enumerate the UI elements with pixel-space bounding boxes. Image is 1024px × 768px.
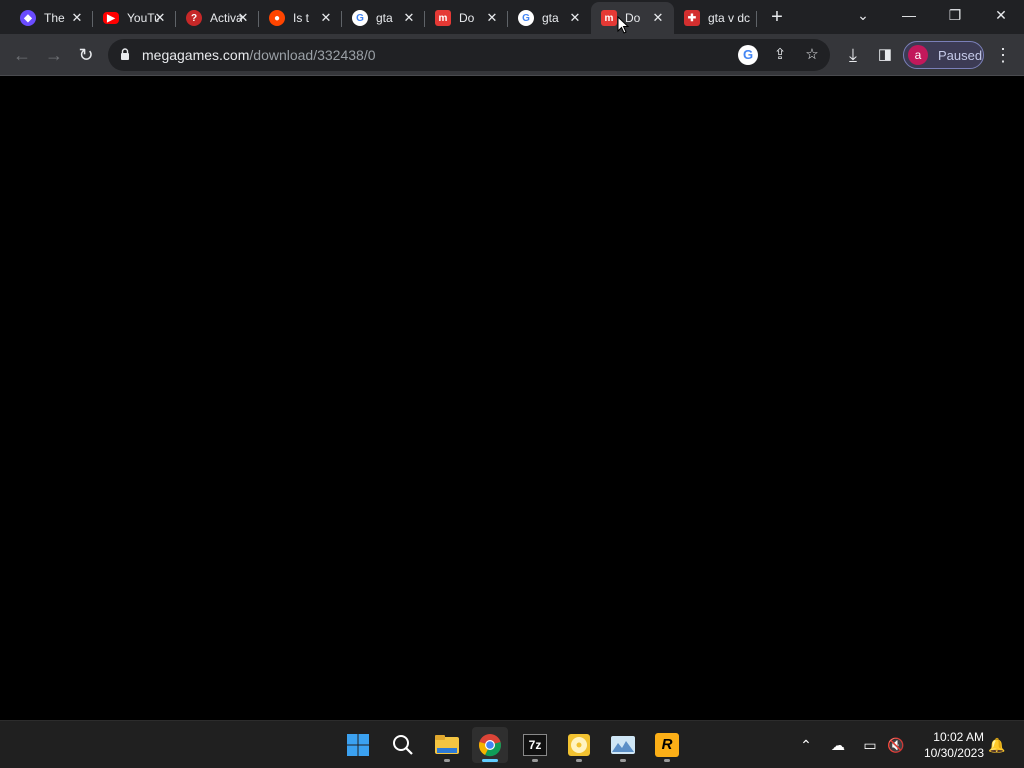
taskbar-search-button[interactable]: [385, 727, 421, 763]
onedrive-icon[interactable]: ☁: [826, 733, 850, 757]
running-indicator: [576, 759, 582, 762]
page-content: [0, 77, 1024, 720]
running-indicator: [664, 759, 670, 762]
volume-muted-icon[interactable]: 🔇: [884, 733, 908, 757]
chrome-icon: [479, 734, 501, 757]
close-icon[interactable]: ✕: [401, 10, 417, 26]
close-icon[interactable]: ✕: [650, 10, 666, 26]
tab-9[interactable]: ✚ gta v dc: [674, 2, 757, 34]
running-indicator: [620, 759, 626, 762]
close-window-button[interactable]: ✕: [978, 0, 1024, 32]
share-icon[interactable]: ⇪: [770, 45, 790, 65]
help-circle-icon: ?: [186, 10, 202, 26]
taskbar-chrome[interactable]: [472, 727, 508, 763]
gamepad-icon: ✚: [684, 10, 700, 26]
youtube-icon: ▶: [103, 12, 119, 24]
url-host: megagames.com: [142, 47, 250, 63]
running-indicator: [444, 759, 450, 762]
menu-kebab-icon[interactable]: ⋮: [988, 40, 1018, 70]
restore-button[interactable]: ❐: [932, 0, 978, 32]
new-tab-button[interactable]: +: [766, 6, 788, 28]
tab-8-active[interactable]: m Do ✕: [591, 2, 674, 34]
tab-5[interactable]: G gta ✕: [342, 2, 425, 34]
bookmark-star-icon[interactable]: ☆: [802, 45, 822, 65]
close-icon[interactable]: ✕: [69, 10, 85, 26]
avatar: a: [908, 45, 928, 65]
browser-toolbar: ← → ↻ megagames.com/download/332438/0 G …: [0, 34, 1024, 76]
taskbar: 7z R ⌃ ☁ ▭ 🔇 10:02 AM 10/30/2023 🔔: [0, 720, 1024, 768]
close-icon[interactable]: ✕: [484, 10, 500, 26]
system-clock[interactable]: 10:02 AM 10/30/2023: [912, 729, 984, 761]
profile-button[interactable]: a Paused: [903, 41, 984, 69]
search-icon: [393, 735, 413, 755]
start-icon: [347, 734, 369, 756]
tab-6[interactable]: m Do ✕: [425, 2, 508, 34]
purple-app-icon: ◆: [20, 10, 36, 26]
tab-title: gta v dc: [708, 11, 751, 25]
taskbar-photo-app[interactable]: [605, 727, 641, 763]
taskbar-rockstar[interactable]: R: [649, 727, 685, 763]
photo-app-icon: [611, 736, 635, 754]
network-icon[interactable]: ▭: [858, 733, 882, 757]
tab-separator: [756, 11, 757, 27]
tray-chevron-up-icon[interactable]: ⌃: [794, 733, 818, 757]
tab-2[interactable]: ▶ YouTube ✕: [93, 2, 176, 34]
minimize-button[interactable]: —: [886, 0, 932, 32]
reddit-icon: ●: [269, 10, 285, 26]
clock-date: 10/30/2023: [923, 746, 984, 760]
lock-icon[interactable]: [120, 48, 130, 60]
downloads-icon[interactable]: ⤓: [838, 40, 868, 70]
mouse-cursor-icon: [617, 16, 629, 34]
google-lens-icon[interactable]: G: [738, 45, 758, 65]
google-icon: G: [518, 10, 534, 26]
profile-status: Paused: [938, 47, 983, 63]
url-path: /download/332438/0: [249, 47, 376, 63]
file-explorer-icon: [435, 735, 459, 754]
close-icon[interactable]: ✕: [567, 10, 583, 26]
address-bar[interactable]: megagames.com/download/332438/0 G ⇪ ☆: [108, 39, 830, 71]
url-text[interactable]: megagames.com/download/332438/0: [142, 47, 376, 63]
taskbar-7zip[interactable]: 7z: [517, 727, 553, 763]
reload-button[interactable]: ↻: [71, 40, 101, 70]
back-button[interactable]: ←: [7, 40, 37, 70]
megagames-icon: m: [601, 10, 617, 26]
tab-7[interactable]: G gta ✕: [508, 2, 591, 34]
tab-1[interactable]: ◆ The ✕: [10, 2, 93, 34]
running-indicator: [532, 759, 538, 762]
google-icon: G: [352, 10, 368, 26]
start-button[interactable]: [340, 727, 376, 763]
close-icon[interactable]: ✕: [235, 10, 251, 26]
taskbar-disc-app[interactable]: [561, 727, 597, 763]
7zip-icon: 7z: [523, 734, 547, 756]
tab-4[interactable]: ● Is t ✕: [259, 2, 342, 34]
disc-app-icon: [568, 734, 590, 756]
rockstar-icon: R: [655, 733, 679, 757]
notification-bell-icon[interactable]: 🔔: [985, 733, 1009, 757]
clock-time: 10:02 AM: [933, 730, 984, 744]
taskbar-file-explorer[interactable]: [429, 727, 465, 763]
side-panel-icon[interactable]: ◨: [870, 40, 900, 70]
tab-strip: ◆ The ✕ ▶ YouTube ✕ ? Activation ✕ ● Is …: [0, 0, 1024, 34]
tab-search-chevron-icon[interactable]: ⌄: [840, 0, 886, 32]
close-icon[interactable]: ✕: [152, 10, 168, 26]
active-indicator: [482, 759, 498, 762]
tab-3[interactable]: ? Activation ✕: [176, 2, 259, 34]
forward-button[interactable]: →: [39, 40, 69, 70]
close-icon[interactable]: ✕: [318, 10, 334, 26]
megagames-icon: m: [435, 10, 451, 26]
